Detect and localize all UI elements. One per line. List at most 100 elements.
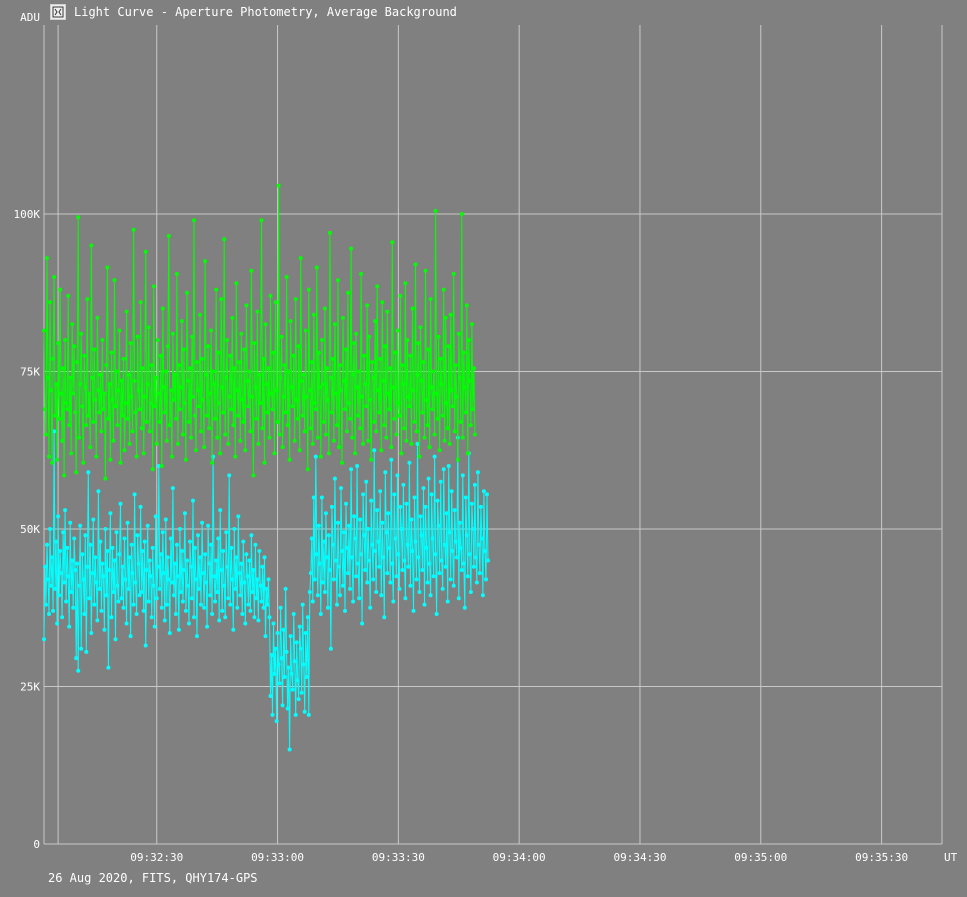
series-0-point: [277, 432, 282, 437]
series-0-point: [65, 407, 70, 412]
series-1-point: [453, 539, 458, 544]
series-0-point: [165, 344, 170, 349]
series-0-point: [325, 397, 330, 402]
series-0-point: [73, 410, 78, 415]
series-1-point: [375, 508, 380, 513]
series-1-point: [96, 489, 101, 494]
series-0-point: [260, 426, 265, 431]
series-1-point: [428, 593, 433, 598]
series-0-point: [251, 473, 256, 478]
series-0-point: [445, 426, 450, 431]
y-tick-label-1: 25K: [20, 681, 40, 694]
chart-axes: [43, 25, 943, 845]
series-0-point: [422, 435, 427, 440]
series-0-point: [412, 419, 417, 424]
series-1-point: [125, 520, 130, 525]
series-1-point: [248, 608, 253, 613]
series-0-point: [101, 407, 106, 412]
series-0-point: [319, 338, 324, 342]
series-1-point: [268, 694, 273, 698]
y-tick-label-0: 0: [33, 838, 40, 851]
series-0-point: [352, 341, 357, 346]
series-0-point: [279, 334, 284, 339]
x-tick-label-6: 09:35:30: [855, 851, 908, 864]
series-1-point: [444, 511, 449, 516]
series-1-point: [441, 467, 446, 472]
series-0-point: [129, 394, 134, 399]
series-0-point: [415, 372, 420, 377]
series-1-point: [447, 530, 452, 535]
series-0-point: [150, 467, 155, 472]
series-0-point: [76, 215, 81, 220]
series-0-point: [196, 388, 200, 393]
series-0-point: [339, 388, 343, 393]
series-1-point: [81, 577, 86, 582]
series-1-point: [245, 574, 250, 579]
series-0-point: [156, 391, 161, 396]
series-1-point: [58, 549, 63, 553]
series-1-point: [233, 586, 238, 591]
series-0-point: [291, 353, 296, 358]
series-1-point: [322, 590, 327, 594]
series-1-point: [454, 555, 459, 560]
series-1-point: [83, 533, 88, 538]
series-0-point: [123, 401, 128, 405]
series-0-point: [372, 419, 377, 424]
series-1-point: [201, 571, 206, 576]
series-1-point: [392, 492, 397, 497]
series-1-point: [217, 618, 222, 623]
series-1-point: [240, 612, 245, 616]
series-0-point: [343, 407, 347, 412]
series-1-point: [370, 542, 375, 547]
series-1-point: [352, 514, 357, 519]
series-0-point: [109, 350, 114, 355]
y-tick-label-4: 100K: [14, 208, 41, 221]
series-1-point: [260, 564, 265, 569]
series-1-point: [104, 593, 109, 598]
series-0-point: [261, 356, 266, 361]
series-0-point: [420, 410, 425, 415]
series-1-point: [367, 558, 372, 563]
series-0-point: [234, 281, 239, 286]
observation-info: 26 Aug 2020, FITS, QHY174-GPS: [48, 871, 258, 885]
series-0-point: [189, 435, 193, 440]
series-1-point: [385, 571, 390, 576]
series-0-point: [155, 338, 160, 342]
series-1-point: [185, 558, 189, 563]
series-1-point: [464, 533, 469, 538]
series-0-point: [387, 407, 392, 412]
series-1-point: [89, 631, 94, 635]
series-1-point: [420, 568, 425, 572]
series-0-point: [111, 438, 116, 443]
series-1-point: [323, 511, 328, 516]
series-0-point: [258, 401, 263, 405]
series-0-point: [249, 268, 254, 273]
series-0-point: [144, 419, 149, 424]
series-0-point: [302, 429, 307, 434]
series-1-point: [84, 649, 89, 654]
series-0-point: [270, 407, 275, 412]
series-0-point: [353, 451, 358, 456]
light-curve-chart[interactable]: 0 25K 50K 75K 100K 09:32:30 09:33:00 09:33:30 09…: [0, 0, 967, 897]
series-0-point: [181, 347, 186, 352]
series-1-point: [312, 577, 317, 582]
chart-series: [42, 183, 490, 752]
series-1-point: [45, 542, 49, 547]
series-1-point: [133, 580, 138, 585]
series-1-point: [324, 555, 329, 560]
series-1-point: [329, 504, 334, 509]
series-1-point: [468, 590, 473, 594]
series-1-point: [229, 545, 234, 550]
series-0-point: [287, 457, 292, 462]
series-1-point: [176, 627, 181, 632]
series-1-point: [274, 719, 279, 724]
series-0-point: [87, 391, 92, 396]
series-1-point: [479, 536, 484, 541]
series-0-point: [411, 388, 416, 393]
series-1-point: [417, 590, 422, 594]
series-0-point: [367, 334, 372, 339]
series-0-point: [449, 388, 454, 393]
series-1-point: [144, 568, 149, 572]
series-1-point: [123, 577, 128, 582]
series-1-point: [348, 586, 352, 591]
